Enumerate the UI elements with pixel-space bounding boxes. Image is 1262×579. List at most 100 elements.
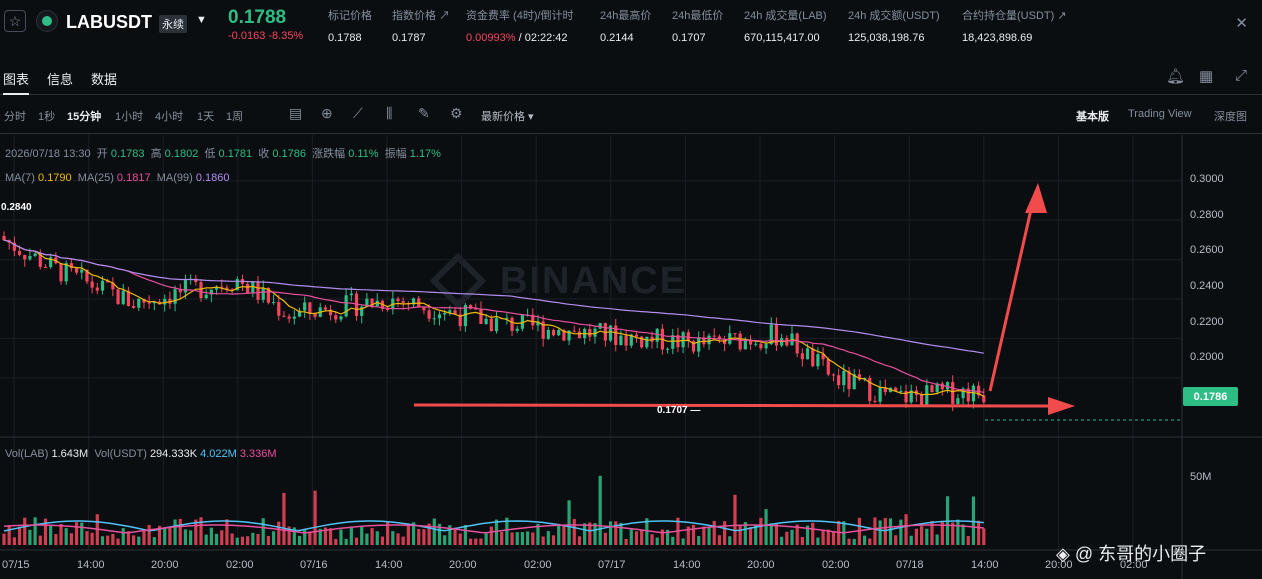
x-tick: 20:00 bbox=[747, 559, 775, 571]
volume-bar bbox=[894, 535, 898, 545]
volume-bar bbox=[920, 526, 924, 545]
volume-bar bbox=[443, 535, 447, 545]
arrow-head-right bbox=[1048, 397, 1075, 415]
tab-data[interactable]: 数据 bbox=[91, 69, 117, 88]
stat-value: 0.2144 bbox=[600, 32, 634, 44]
volume-bar bbox=[458, 533, 462, 545]
volume-bar bbox=[904, 514, 908, 545]
volume-bar bbox=[147, 524, 151, 545]
candlestick-chart[interactable]: BINANCE 2026/07/18 13:30 开 0.1783 高 0.18… bbox=[0, 135, 1262, 579]
settings-icon[interactable]: ⚙ bbox=[450, 105, 463, 122]
volume-bar bbox=[137, 536, 141, 545]
volume-bar bbox=[240, 536, 245, 545]
close-icon[interactable]: ✕ bbox=[1235, 14, 1248, 32]
candle-body bbox=[173, 289, 177, 304]
candle-body bbox=[655, 328, 659, 342]
volume-bar bbox=[85, 531, 89, 545]
volume-bar bbox=[168, 528, 172, 545]
candle-body bbox=[577, 331, 582, 339]
volume-bar bbox=[572, 518, 576, 545]
y-tick: 0.2400 bbox=[1190, 280, 1224, 292]
volume-bar bbox=[717, 535, 722, 545]
candle-body bbox=[624, 335, 628, 346]
volume-bar bbox=[225, 519, 229, 545]
candle-body bbox=[842, 370, 846, 386]
x-tick: 14:00 bbox=[673, 559, 701, 571]
vol-lab-value: 1.643M bbox=[51, 448, 89, 460]
candle-body bbox=[707, 335, 711, 345]
volume-bar bbox=[883, 518, 887, 545]
calendar-icon[interactable]: ▤ bbox=[289, 105, 302, 122]
volume-bar bbox=[463, 525, 467, 545]
volume-bar bbox=[925, 528, 929, 545]
favorite-star-icon[interactable]: ☆ bbox=[4, 10, 26, 32]
ohlc-legend: 2026/07/18 13:30 开 0.1783 高 0.1802 低 0.1… bbox=[5, 145, 441, 161]
bell-icon[interactable]: 🔔︎ bbox=[1166, 67, 1185, 85]
volume-bar bbox=[598, 475, 602, 545]
candle-body bbox=[349, 293, 353, 296]
volume-bar bbox=[733, 494, 737, 545]
candle-body bbox=[634, 334, 639, 337]
candle-type-icon[interactable]: ⫼ bbox=[386, 105, 392, 122]
volume-bar bbox=[691, 524, 696, 545]
volume-bar bbox=[619, 522, 623, 545]
candle-body bbox=[510, 317, 514, 331]
y-tick: 0.2000 bbox=[1190, 351, 1224, 363]
volume-bar bbox=[251, 532, 255, 545]
volume-bar bbox=[308, 531, 312, 545]
volume-bar bbox=[878, 520, 882, 545]
candle-body bbox=[33, 253, 37, 256]
interval-timeline[interactable]: 分时 bbox=[4, 108, 26, 124]
y-tick: 0.2200 bbox=[1190, 316, 1224, 328]
mark-price-stat: 标记价格 0.1788 bbox=[328, 7, 372, 44]
view-depth[interactable]: 深度图 bbox=[1214, 108, 1247, 124]
volume-bar bbox=[593, 523, 597, 545]
turnover-24h-stat: 24h 成交额(USDT) 125,038,198.76 bbox=[848, 7, 940, 44]
index-price-stat[interactable]: 指数价格 ↗ 0.1787 bbox=[392, 7, 450, 44]
candle-body bbox=[59, 263, 63, 282]
volume-bar bbox=[712, 520, 716, 545]
x-tick: 07/15 bbox=[2, 559, 30, 571]
ticker-header: ☆ LABUSDT 永续 ▼ 0.1788 -0.0163 -8.35% 标记价… bbox=[0, 0, 1262, 50]
interval-1h[interactable]: 1小时 bbox=[115, 108, 143, 124]
vol-usdt-label: Vol(USDT) bbox=[94, 448, 147, 460]
chart-toolbar: 分时 1秒 15分钟 1小时 4小时 1天 1周 ▤ ⊕ ⟋ ⫼ ✎ ⚙ 最新价… bbox=[0, 96, 1262, 134]
candle-body bbox=[697, 337, 701, 352]
open-interest-stat[interactable]: 合约持仓量(USDT) ↗ 18,423,898.69 bbox=[962, 7, 1067, 44]
volume-bar bbox=[453, 527, 457, 545]
volume-bar bbox=[759, 517, 763, 545]
stat-value: 670,115,417.00 bbox=[744, 32, 820, 44]
view-tradingview[interactable]: Trading View bbox=[1128, 108, 1192, 120]
indicator-icon[interactable]: ⟋ bbox=[353, 105, 363, 122]
volume-bar bbox=[163, 527, 167, 545]
price-type-select[interactable]: 最新价格 ▾ bbox=[481, 108, 534, 124]
view-basic[interactable]: 基本版 bbox=[1076, 108, 1109, 124]
tab-chart[interactable]: 图表 bbox=[3, 69, 30, 95]
grid-icon[interactable]: ▦ bbox=[1199, 67, 1213, 85]
expand-icon[interactable]: ⤢ bbox=[1235, 67, 1247, 84]
chart-canvas[interactable] bbox=[0, 135, 1262, 579]
volume-bar bbox=[401, 536, 405, 545]
interval-4h[interactable]: 4小时 bbox=[155, 108, 183, 124]
candle-body bbox=[437, 314, 442, 319]
interval-15m[interactable]: 15分钟 bbox=[67, 108, 101, 124]
interval-1d[interactable]: 1天 bbox=[197, 108, 214, 124]
symbol-name[interactable]: LABUSDT bbox=[66, 12, 152, 33]
volume-bar bbox=[748, 527, 753, 545]
tab-info[interactable]: 信息 bbox=[47, 69, 73, 88]
ma25-value: 0.1817 bbox=[116, 172, 151, 184]
candle-body bbox=[246, 283, 250, 293]
interval-1w[interactable]: 1周 bbox=[226, 108, 243, 124]
drawing-icon[interactable]: ✎ bbox=[418, 105, 430, 122]
volume-bar bbox=[754, 525, 758, 545]
plus-circle-icon[interactable]: ⊕ bbox=[321, 105, 333, 122]
volume-bar bbox=[396, 533, 400, 545]
stat-label: 24h 成交量(LAB) bbox=[744, 10, 827, 22]
candle-body bbox=[132, 305, 136, 308]
symbol-dropdown-icon[interactable]: ▼ bbox=[196, 14, 207, 26]
high-24h-stat: 24h最高价 0.2144 bbox=[600, 7, 651, 44]
volume-bar bbox=[697, 536, 701, 545]
candle-body bbox=[282, 315, 286, 317]
volume-bar bbox=[899, 519, 903, 545]
interval-1s[interactable]: 1秒 bbox=[38, 108, 55, 124]
